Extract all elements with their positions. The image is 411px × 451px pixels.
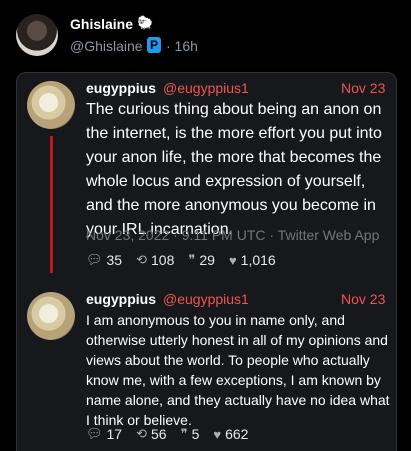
like-count[interactable]: ♥ 662 — [213, 426, 248, 442]
comment-icon: 💬︎ — [86, 252, 103, 267]
tweet-author-handle[interactable]: @eugyppius1 — [163, 291, 249, 307]
retweet-count[interactable]: ⟲ 56 — [136, 426, 166, 442]
p-badge-icon: P — [147, 37, 161, 53]
quote-count[interactable]: ❞ 29 — [188, 252, 215, 268]
like-count[interactable]: ♥ 1,016 — [229, 252, 276, 268]
tweet-stats: 💬︎ 35 ⟲ 108 ❞ 29 ♥ 1,016 — [86, 252, 276, 268]
tweet-date[interactable]: Nov 23 — [341, 291, 385, 307]
reply-count[interactable]: 💬︎ 35 — [86, 252, 122, 268]
tweet-meta[interactable]: Nov 23, 2022 · 9:11 PM UTC · Twitter Web… — [86, 227, 379, 243]
header-time[interactable]: · 16h — [166, 38, 198, 54]
tweet-author-name[interactable]: eugyppius — [86, 80, 156, 96]
tweet-avatar[interactable] — [27, 81, 75, 129]
reply-count[interactable]: 💬︎ 17 — [86, 426, 122, 442]
tweet-text: The curious thing about being an anon on… — [86, 101, 382, 238]
tweet-avatar[interactable] — [27, 292, 75, 340]
retweet-icon: ⟲ — [136, 252, 147, 267]
quote-icon: ❞ — [180, 426, 188, 441]
retweet-icon: ⟲ — [136, 426, 147, 441]
comment-icon: 💬︎ — [86, 426, 103, 441]
sheep-icon: 🐑 — [137, 15, 154, 30]
tweet-date[interactable]: Nov 23 — [341, 80, 385, 96]
tweet-author-name[interactable]: eugyppius — [86, 291, 156, 307]
thread-connector — [50, 136, 53, 273]
quote-count[interactable]: ❞ 5 — [181, 426, 200, 442]
tweet-stats: 💬︎ 17 ⟲ 56 ❞ 5 ♥ 662 — [86, 426, 248, 442]
heart-icon: ♥ — [228, 252, 237, 268]
header-name[interactable]: Ghislaine — [70, 16, 133, 32]
header-avatar[interactable] — [16, 14, 58, 56]
tweet-text: I am anonymous to you in name only, and … — [86, 312, 390, 428]
header-handle[interactable]: @Ghislaine — [70, 38, 143, 54]
quote-icon: ❞ — [188, 252, 196, 267]
heart-icon: ♥ — [213, 426, 222, 442]
retweet-count[interactable]: ⟲ 108 — [136, 252, 174, 268]
tweet-author-handle[interactable]: @eugyppius1 — [163, 80, 249, 96]
